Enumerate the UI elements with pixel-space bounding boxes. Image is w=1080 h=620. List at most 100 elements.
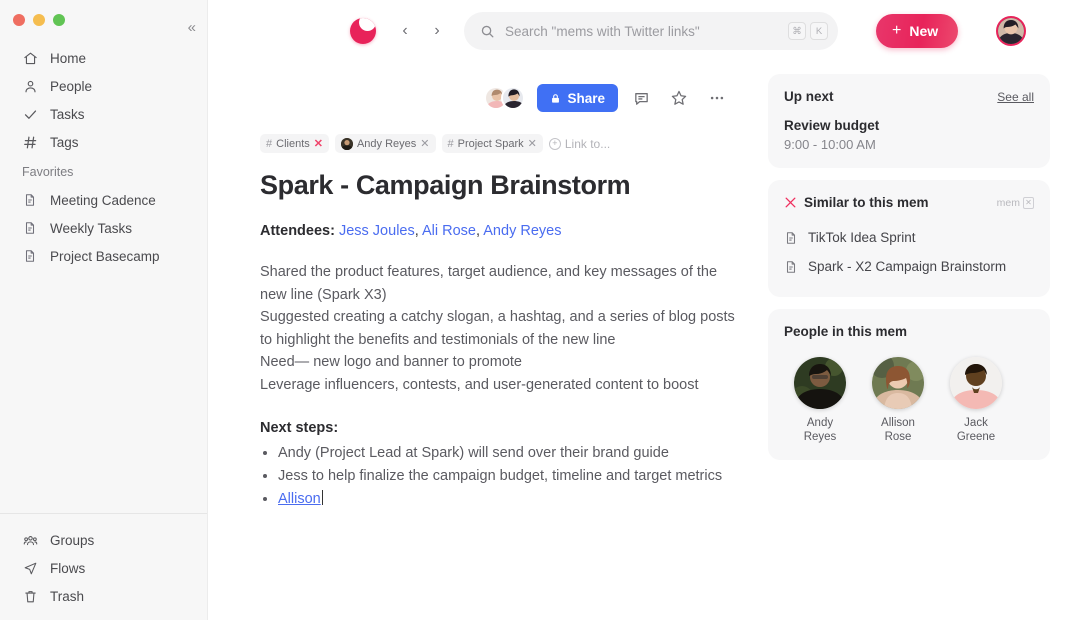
avatar: [794, 357, 846, 409]
similar-card: Similar to this mem mem ✕ TikTok Idea Sp…: [768, 180, 1050, 297]
hash-icon: #: [447, 137, 454, 150]
next-steps-heading: Next steps:: [260, 420, 339, 436]
new-button-label: New: [909, 23, 939, 39]
sidebar-item-trash[interactable]: Trash: [0, 582, 207, 610]
document-icon: [22, 248, 38, 264]
plus-circle-icon: +: [548, 137, 561, 150]
similar-item-label: Spark - X2 Campaign Brainstorm: [808, 259, 1007, 274]
close-icon[interactable]: ✕: [420, 137, 429, 150]
see-all-link[interactable]: See all: [997, 90, 1034, 104]
attendee-link-2[interactable]: Ali Rose: [422, 223, 476, 239]
sidebar-item-label: Home: [50, 50, 87, 66]
sidebar-item-flows[interactable]: Flows: [0, 554, 207, 582]
up-next-header: Up next See all: [784, 89, 1034, 104]
person-icon: [22, 78, 38, 94]
person-allison-rose[interactable]: Allison Rose: [870, 357, 926, 444]
list-item: Allison: [278, 488, 750, 511]
sidebar-item-meeting-cadence[interactable]: Meeting Cadence: [0, 186, 207, 214]
chip-clients[interactable]: # Clients ✕: [260, 134, 329, 153]
next-steps-list[interactable]: Andy (Project Lead at Spark) will send o…: [260, 442, 750, 511]
page-title[interactable]: Spark - Campaign Brainstorm: [260, 170, 750, 201]
event-name[interactable]: Review budget: [784, 118, 1034, 133]
sep: ,: [476, 223, 481, 239]
person-last-name: Greene: [956, 431, 996, 443]
sidebar-item-label: People: [50, 78, 93, 94]
close-icon[interactable]: ✕: [528, 137, 537, 150]
mention-link[interactable]: Allison: [278, 491, 321, 507]
tag-chips: # Clients ✕ Andy Reyes ✕ # Project Spark: [260, 134, 750, 153]
history-nav: ‹ ›: [394, 20, 448, 42]
sidebar-item-people[interactable]: People: [0, 72, 207, 100]
avatar[interactable]: [996, 16, 1027, 46]
lock-icon: [550, 93, 561, 104]
person-first-name: Allison: [881, 417, 915, 429]
body-line: Suggested creating a catchy slogan, a ha…: [260, 309, 735, 325]
document-icon: [784, 231, 798, 245]
similar-title: Similar to this mem: [804, 195, 929, 210]
person-andy-reyes[interactable]: Andy Reyes: [792, 357, 848, 444]
top-bar: ‹ › Search "mems with Twitter links" ⌘ K…: [208, 0, 1080, 62]
similar-header: Similar to this mem mem ✕: [784, 195, 1034, 210]
sidebar-item-project-basecamp[interactable]: Project Basecamp: [0, 242, 207, 270]
attendee-link-3[interactable]: Andy Reyes: [483, 223, 561, 239]
share-button[interactable]: Share: [537, 84, 618, 112]
body-line: Leverage influencers, contests, and user…: [260, 376, 699, 393]
link-to-button[interactable]: + Link to...: [548, 134, 616, 153]
sidebar-item-groups[interactable]: Groups: [0, 526, 207, 554]
close-window-button[interactable]: [13, 13, 25, 26]
chip-label: Clients: [276, 137, 310, 150]
mem-logo-icon[interactable]: [350, 18, 376, 44]
check-icon: [22, 106, 38, 122]
document-icon: [22, 192, 38, 208]
zoom-window-button[interactable]: [53, 13, 65, 26]
close-icon[interactable]: ✕: [314, 137, 323, 150]
person-last-name: Reyes: [803, 431, 837, 443]
body-line: new line (Spark X3): [260, 286, 387, 303]
person-jack-greene[interactable]: Jack Greene: [948, 357, 1004, 444]
sidebar-item-label: Flows: [50, 560, 86, 576]
more-horizontal-icon[interactable]: [702, 83, 732, 113]
search-icon: [480, 24, 495, 39]
sidebar-secondary-nav: Groups Flows Trash: [0, 513, 207, 620]
mem-badge-text: mem: [996, 196, 1020, 209]
profile-avatar-image: [998, 18, 1025, 44]
document-body[interactable]: Shared the product features, target audi…: [260, 261, 750, 396]
sidebar-item-tags[interactable]: Tags: [0, 128, 207, 156]
list-item[interactable]: Spark - X2 Campaign Brainstorm: [784, 252, 1034, 281]
sidebar-item-tasks[interactable]: Tasks: [0, 100, 207, 128]
new-button[interactable]: + New: [876, 14, 959, 48]
chip-andy-reyes[interactable]: Andy Reyes ✕: [334, 134, 436, 153]
collaborator-avatars[interactable]: [484, 86, 526, 110]
person-avatar-image: [872, 357, 924, 409]
up-next-title: Up next: [784, 89, 834, 104]
sidebar-item-home[interactable]: Home: [0, 44, 207, 72]
sidebar-item-label: Weekly Tasks: [50, 220, 133, 236]
hash-icon: #: [266, 137, 273, 150]
collaborator-avatar-2[interactable]: [501, 86, 526, 110]
comment-icon[interactable]: [626, 83, 656, 113]
similar-list: TikTok Idea Sprint Spark - X2 Campaign B…: [784, 223, 1034, 281]
sidebar-item-weekly-tasks[interactable]: Weekly Tasks: [0, 214, 207, 242]
attendee-link-1[interactable]: Jess Joules: [339, 223, 415, 239]
sidebar-item-label: Project Basecamp: [50, 248, 160, 264]
search-input[interactable]: Search "mems with Twitter links" ⌘ K: [464, 12, 838, 50]
star-icon[interactable]: [664, 83, 694, 113]
mem-badge: mem ✕: [996, 196, 1034, 209]
avatar: [872, 357, 924, 409]
forward-button[interactable]: ›: [426, 20, 448, 42]
back-button[interactable]: ‹: [394, 20, 416, 42]
sidebar-item-label: Trash: [50, 588, 85, 604]
list-item: Jess to help finalize the campaign budge…: [278, 465, 750, 488]
collapse-sidebar-icon[interactable]: «: [188, 20, 196, 35]
up-next-card: Up next See all Review budget 9:00 - 10:…: [768, 74, 1050, 168]
body-line: Shared the product features, target audi…: [260, 264, 718, 280]
list-item[interactable]: TikTok Idea Sprint: [784, 223, 1034, 252]
search-placeholder: Search "mems with Twitter links": [505, 23, 700, 39]
right-rail: Up next See all Review budget 9:00 - 10:…: [768, 62, 1068, 511]
shortcut-key-k: K: [810, 22, 828, 40]
mem-badge-glyph: ✕: [1023, 196, 1034, 209]
person-avatar-image: [794, 357, 846, 409]
flows-icon: [22, 560, 38, 576]
minimize-window-button[interactable]: [33, 13, 45, 26]
chip-project-spark[interactable]: # Project Spark ✕: [441, 134, 543, 153]
